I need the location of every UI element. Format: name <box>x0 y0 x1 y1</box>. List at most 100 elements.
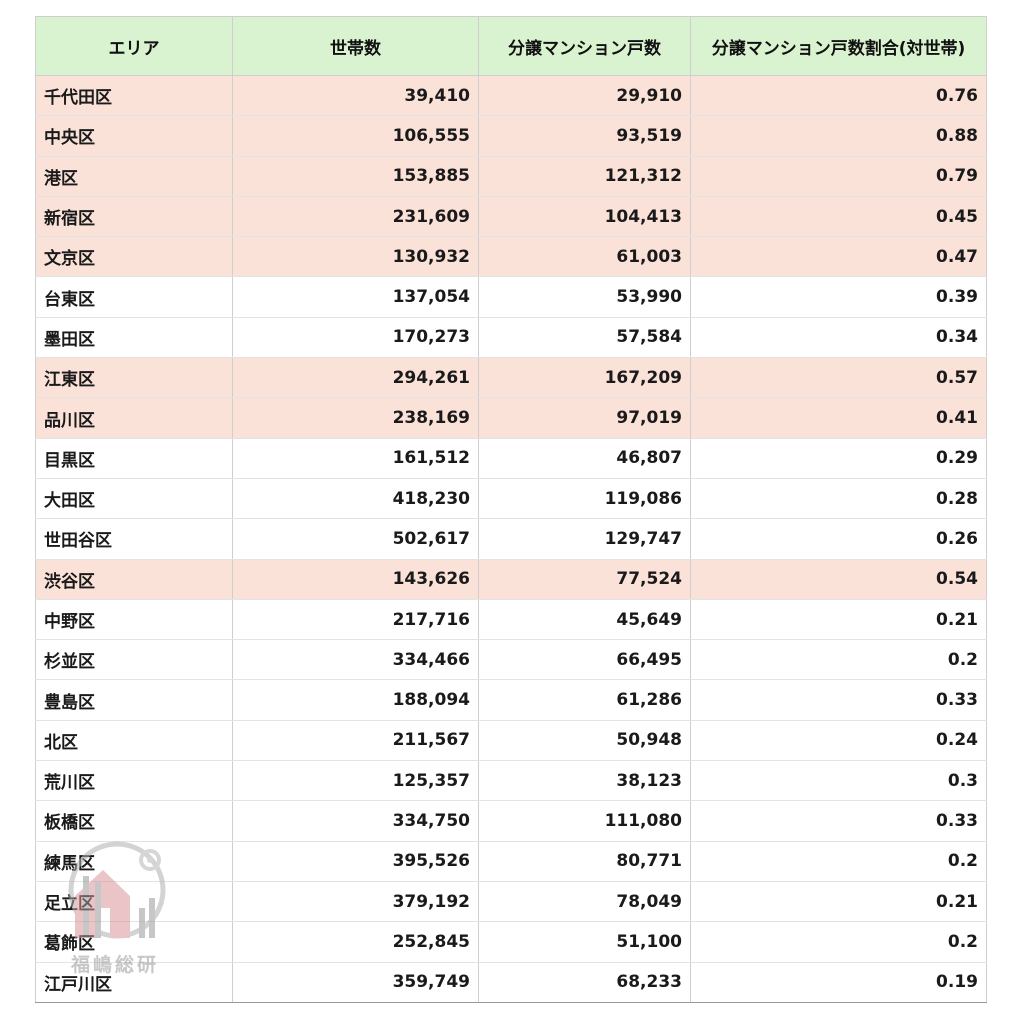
table-row: 港区 153,885 121,312 0.79 <box>35 155 987 197</box>
condo-ratio-table: エリア 世帯数 分譲マンション戸数 分譲マンション戸数割合(対世帯) 千代田区 3… <box>35 16 987 1003</box>
header-row: エリア 世帯数 分譲マンション戸数 分譲マンション戸数割合(対世帯) <box>35 16 987 76</box>
table-row: 品川区 238,169 97,019 0.41 <box>35 397 987 439</box>
condo-ratio-cell: 0.2 <box>690 639 987 681</box>
data-table-container: エリア 世帯数 分譲マンション戸数 分譲マンション戸数割合(対世帯) 千代田区 3… <box>35 16 987 1003</box>
condo-units-cell: 53,990 <box>478 276 691 318</box>
condo-units-cell: 57,584 <box>478 316 691 359</box>
table-row: 荒川区 125,357 38,123 0.3 <box>35 760 987 802</box>
area-cell: 世田谷区 <box>35 518 233 560</box>
condo-units-cell: 78,049 <box>478 880 691 923</box>
table-body: 千代田区 39,410 29,910 0.76 中央区 106,555 93,519 0.88… <box>35 74 987 1003</box>
area-cell: 中野区 <box>35 598 233 641</box>
area-cell: 豊島区 <box>35 679 233 721</box>
table-row: 北区 211,567 50,948 0.24 <box>35 719 987 762</box>
condo-ratio-cell: 0.3 <box>690 760 987 802</box>
condo-ratio-cell: 0.41 <box>690 397 987 439</box>
condo-ratio-cell: 0.28 <box>690 477 987 520</box>
area-cell: 新宿区 <box>35 195 233 238</box>
header-condo-units: 分譲マンション戸数 <box>478 16 691 76</box>
table-row: 板橋区 334,750 111,080 0.33 <box>35 800 987 842</box>
table-row: 目黒区 161,512 46,807 0.29 <box>35 437 987 479</box>
table-row: 練馬区 395,526 80,771 0.2 <box>35 840 987 882</box>
area-cell: 荒川区 <box>35 760 233 802</box>
area-cell: 台東区 <box>35 276 233 318</box>
households-cell: 395,526 <box>232 840 479 882</box>
condo-ratio-cell: 0.2 <box>690 921 987 963</box>
table-row: 墨田区 170,273 57,584 0.34 <box>35 316 987 359</box>
households-cell: 106,555 <box>232 115 479 157</box>
condo-ratio-cell: 0.76 <box>690 74 987 117</box>
condo-ratio-cell: 0.33 <box>690 679 987 721</box>
area-cell: 杉並区 <box>35 639 233 681</box>
condo-ratio-cell: 0.54 <box>690 558 987 600</box>
condo-units-cell: 68,233 <box>478 961 691 1003</box>
area-cell: 足立区 <box>35 880 233 923</box>
households-cell: 294,261 <box>232 357 479 399</box>
condo-ratio-cell: 0.47 <box>690 236 987 278</box>
table-row: 葛飾区 252,845 51,100 0.2 <box>35 921 987 963</box>
area-cell: 渋谷区 <box>35 558 233 600</box>
condo-units-cell: 93,519 <box>478 115 691 157</box>
households-cell: 188,094 <box>232 679 479 721</box>
condo-ratio-cell: 0.79 <box>690 155 987 197</box>
condo-units-cell: 38,123 <box>478 760 691 802</box>
households-cell: 170,273 <box>232 316 479 359</box>
households-cell: 137,054 <box>232 276 479 318</box>
households-cell: 217,716 <box>232 598 479 641</box>
condo-ratio-cell: 0.34 <box>690 316 987 359</box>
condo-ratio-cell: 0.29 <box>690 437 987 479</box>
households-cell: 334,750 <box>232 800 479 842</box>
condo-units-cell: 77,524 <box>478 558 691 600</box>
area-cell: 千代田区 <box>35 74 233 117</box>
condo-units-cell: 46,807 <box>478 437 691 479</box>
table-row: 文京区 130,932 61,003 0.47 <box>35 236 987 278</box>
condo-ratio-cell: 0.33 <box>690 800 987 842</box>
condo-units-cell: 129,747 <box>478 518 691 560</box>
area-cell: 練馬区 <box>35 840 233 882</box>
households-cell: 334,466 <box>232 639 479 681</box>
households-cell: 130,932 <box>232 236 479 278</box>
households-cell: 502,617 <box>232 518 479 560</box>
table-row: 世田谷区 502,617 129,747 0.26 <box>35 518 987 560</box>
condo-units-cell: 80,771 <box>478 840 691 882</box>
condo-ratio-cell: 0.24 <box>690 719 987 762</box>
area-cell: 板橋区 <box>35 800 233 842</box>
condo-ratio-cell: 0.19 <box>690 961 987 1003</box>
households-cell: 143,626 <box>232 558 479 600</box>
households-cell: 231,609 <box>232 195 479 238</box>
table-row: 大田区 418,230 119,086 0.28 <box>35 477 987 520</box>
area-cell: 目黒区 <box>35 437 233 479</box>
condo-units-cell: 66,495 <box>478 639 691 681</box>
households-cell: 153,885 <box>232 155 479 197</box>
table-row: 渋谷区 143,626 77,524 0.54 <box>35 558 987 600</box>
households-cell: 252,845 <box>232 921 479 963</box>
condo-ratio-cell: 0.39 <box>690 276 987 318</box>
households-cell: 359,749 <box>232 961 479 1003</box>
condo-ratio-cell: 0.21 <box>690 598 987 641</box>
area-cell: 港区 <box>35 155 233 197</box>
area-cell: 北区 <box>35 719 233 762</box>
table-row: 江東区 294,261 167,209 0.57 <box>35 357 987 399</box>
header-area: エリア <box>35 16 233 76</box>
condo-units-cell: 104,413 <box>478 195 691 238</box>
area-cell: 文京区 <box>35 236 233 278</box>
area-cell: 品川区 <box>35 397 233 439</box>
condo-units-cell: 29,910 <box>478 74 691 117</box>
table-row: 中央区 106,555 93,519 0.88 <box>35 115 987 157</box>
table-row: 江戸川区 359,749 68,233 0.19 <box>35 961 987 1003</box>
table-row: 千代田区 39,410 29,910 0.76 <box>35 74 987 117</box>
condo-ratio-cell: 0.88 <box>690 115 987 157</box>
table-row: 台東区 137,054 53,990 0.39 <box>35 276 987 318</box>
condo-ratio-cell: 0.57 <box>690 357 987 399</box>
condo-ratio-cell: 0.26 <box>690 518 987 560</box>
households-cell: 418,230 <box>232 477 479 520</box>
header-households: 世帯数 <box>232 16 479 76</box>
condo-units-cell: 61,286 <box>478 679 691 721</box>
households-cell: 238,169 <box>232 397 479 439</box>
condo-units-cell: 61,003 <box>478 236 691 278</box>
condo-units-cell: 97,019 <box>478 397 691 439</box>
households-cell: 39,410 <box>232 74 479 117</box>
table-row: 中野区 217,716 45,649 0.21 <box>35 598 987 641</box>
condo-units-cell: 167,209 <box>478 357 691 399</box>
condo-ratio-cell: 0.2 <box>690 840 987 882</box>
